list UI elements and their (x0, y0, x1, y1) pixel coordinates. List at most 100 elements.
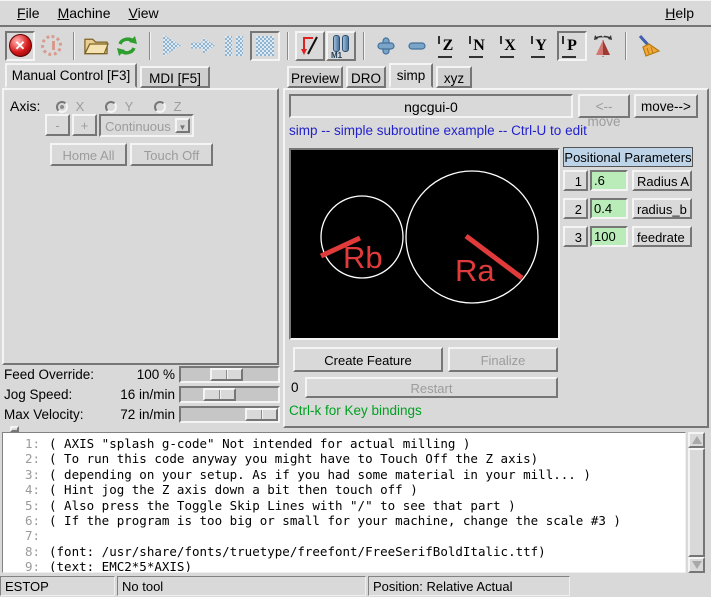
status-bar: ESTOP No tool Position: Relative Actual (0, 576, 711, 597)
view-z-button[interactable]: Z (433, 31, 463, 61)
zoom-in-button[interactable] (371, 31, 401, 61)
status-tool: No tool (117, 576, 366, 596)
touch-off-button[interactable]: Touch Off (130, 143, 213, 166)
feed-override-label: Feed Override: (4, 367, 94, 382)
view-z-icon: Z (437, 37, 459, 55)
zoom-in-icon (375, 35, 397, 57)
scroll-down-button[interactable] (688, 557, 705, 573)
reload-button[interactable] (112, 31, 142, 61)
jog-minus-button[interactable]: - (45, 114, 70, 136)
gcode-line: 5:( Also press the Toggle Skip Lines wit… (3, 498, 685, 513)
toggle-skip-lines-button[interactable] (295, 31, 325, 61)
tab-manual-control[interactable]: Manual Control [F3] (5, 63, 137, 88)
dropdown-arrow-icon: ▼ (175, 118, 190, 133)
view-p-button[interactable]: P (557, 31, 587, 61)
run-from-line-button[interactable] (188, 31, 218, 61)
param-1-number: 1 (563, 170, 588, 191)
open-file-button[interactable] (81, 31, 111, 61)
home-all-button[interactable]: Home All (50, 143, 127, 166)
zoom-out-icon (406, 35, 428, 57)
tab-simp[interactable]: simp (389, 63, 433, 88)
estop-icon: ✕ (9, 34, 32, 57)
gcode-scrollbar[interactable] (688, 432, 709, 573)
max-velocity-handle[interactable] (245, 408, 278, 421)
jog-speed-handle[interactable] (203, 388, 236, 401)
toggle-optional-stop-button[interactable]: M1 (326, 31, 356, 61)
tab-xyz[interactable]: xyz (436, 66, 472, 88)
axis-radio-z[interactable]: Z (154, 99, 182, 114)
create-feature-button[interactable]: Create Feature (293, 347, 443, 372)
tab-mdi-label: MDI [F5] (149, 71, 201, 86)
scroll-up-button[interactable] (688, 432, 705, 448)
jog-speed-value: 16 in/min (100, 387, 175, 402)
radio-y-icon (105, 101, 117, 113)
zoom-out-button[interactable] (402, 31, 432, 61)
menu-view[interactable]: View (120, 3, 168, 23)
view-x-icon: X (499, 37, 521, 55)
stop-button[interactable] (250, 31, 280, 61)
pause-icon (225, 36, 243, 56)
jog-plus-button[interactable]: + (72, 114, 97, 136)
rotate-view-button[interactable] (588, 31, 618, 61)
tab-dro[interactable]: DRO (346, 66, 386, 88)
feed-override-value: 100 % (115, 367, 175, 382)
estop-button[interactable]: ✕ (5, 31, 35, 61)
view-p-icon: P (561, 37, 583, 55)
feed-override-handle[interactable] (210, 368, 243, 381)
toolbar-separator (149, 32, 151, 60)
scrollbar-thumb[interactable] (688, 448, 705, 557)
axis-label: Axis: (10, 98, 40, 114)
jog-speed-row: Jog Speed: 16 in/min (0, 385, 287, 405)
menu-help[interactable]: Help (656, 3, 703, 23)
gcode-listing[interactable]: 1:( AXIS "splash g-code" Not intended fo… (2, 432, 686, 573)
jog-speed-slider[interactable] (179, 386, 280, 403)
rotate-view-icon (591, 34, 615, 58)
restart-button[interactable]: Restart (305, 377, 558, 398)
run-icon (163, 35, 181, 57)
finalize-button[interactable]: Finalize (448, 347, 558, 372)
param-3-input[interactable] (590, 226, 628, 247)
machine-power-icon (41, 35, 62, 56)
move-right-button[interactable]: move--> (634, 94, 698, 118)
gcode-line: 6:( If the program is too big or small f… (3, 513, 685, 528)
axis-radio-y[interactable]: Y (105, 99, 133, 114)
view-x-button[interactable]: X (495, 31, 525, 61)
tab-preview[interactable]: Preview (287, 66, 343, 88)
scroll-up-icon (692, 436, 702, 444)
run-from-line-icon (191, 37, 215, 55)
jog-mode-dropdown[interactable]: Continuous ▼ (99, 114, 194, 137)
view-z-rotated-button[interactable]: N (464, 31, 494, 61)
tab-mdi[interactable]: MDI [F5] (140, 66, 210, 88)
feed-override-row: Feed Override: 100 % (0, 365, 287, 385)
jog-mode-value: Continuous (105, 119, 171, 134)
max-velocity-value: 72 in/min (100, 407, 175, 422)
open-folder-icon (83, 35, 109, 56)
param-1-input[interactable] (590, 170, 628, 191)
subroutine-subtitle: simp -- simple subroutine example -- Ctr… (289, 123, 587, 138)
feed-override-slider[interactable] (179, 366, 280, 383)
reload-icon (114, 34, 140, 58)
toolbar-separator (73, 32, 75, 60)
pause-button[interactable] (219, 31, 249, 61)
gcode-line: 3:( depending on your setup. As if you h… (3, 467, 685, 482)
view-z-rotated-icon: N (468, 37, 490, 55)
view-y-button[interactable]: Y (526, 31, 556, 61)
gcode-line: 1:( AXIS "splash g-code" Not intended fo… (3, 436, 685, 451)
gcode-line: 7: (3, 528, 685, 543)
optional-stop-icon: M1 (330, 34, 352, 58)
radio-x-icon (56, 101, 68, 113)
axis-radio-x[interactable]: X (56, 99, 84, 114)
axis-y-label: Y (121, 99, 134, 114)
machine-power-button[interactable] (36, 31, 66, 61)
menu-machine[interactable]: Machine (49, 3, 120, 23)
tab-simp-label: simp (397, 68, 426, 83)
move-left-button[interactable]: <--move (578, 94, 630, 118)
param-2-input[interactable] (590, 198, 628, 219)
ngcgui-instance-label: ngcgui-0 (289, 94, 573, 118)
max-velocity-slider[interactable] (179, 406, 280, 423)
param-2-name: radius_b (632, 198, 692, 219)
menu-bar: File Machine View Help (0, 0, 711, 27)
menu-file[interactable]: File (8, 3, 49, 23)
run-button[interactable] (157, 31, 187, 61)
clear-plot-button[interactable] (633, 31, 663, 61)
